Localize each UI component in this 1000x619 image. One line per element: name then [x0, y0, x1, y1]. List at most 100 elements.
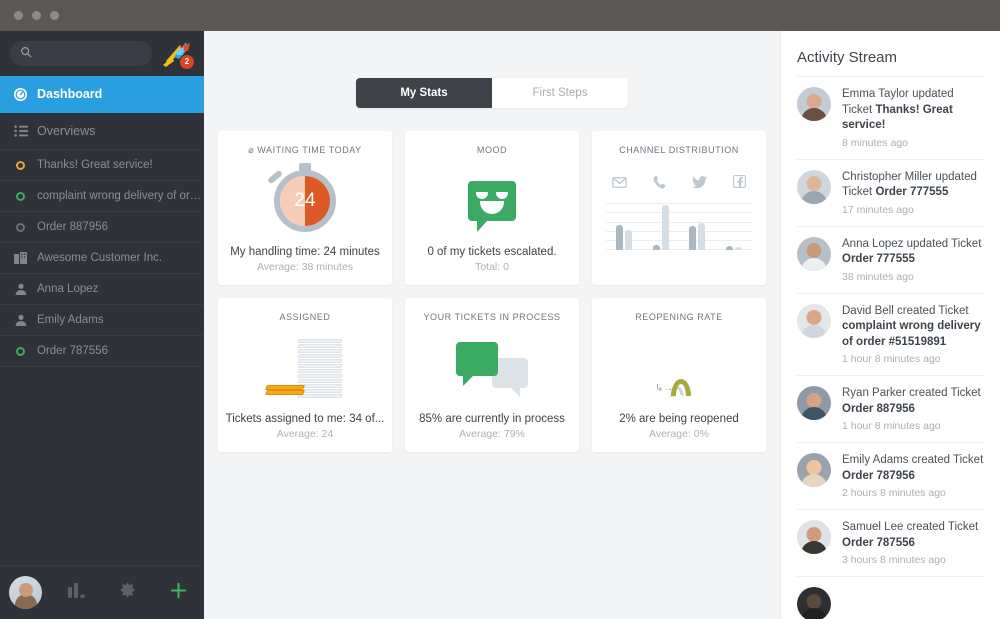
activity-subject[interactable]: Order 787556 — [842, 537, 915, 549]
card-main-text: 0 of my tickets escalated. — [427, 246, 557, 258]
activity-time: 8 minutes ago — [842, 136, 908, 149]
card-title: CHANNEL DISTRIBUTION — [619, 145, 739, 155]
user-avatar-button[interactable] — [0, 576, 51, 609]
avatar — [9, 576, 42, 609]
sidebar-item-ticket-thanks[interactable]: Thanks! Great service! — [0, 150, 204, 181]
sidebar-item-label: Thanks! Great service! — [37, 159, 153, 171]
card-art — [405, 322, 579, 413]
notification-badge[interactable]: 2 — [180, 54, 194, 69]
activity-subject[interactable]: complaint wrong delivery of order #51519… — [842, 320, 981, 348]
tab-my-stats[interactable]: My Stats — [356, 78, 492, 108]
search-input[interactable] — [39, 47, 142, 60]
ticket-ring-orange-icon — [13, 158, 28, 173]
bird-logo[interactable]: 2 — [160, 39, 194, 69]
locks-icon: ↳→ — [641, 341, 717, 404]
card-art — [218, 322, 392, 413]
card-tickets-in-process[interactable]: YOUR TICKETS IN PROCESS 85% are currentl… — [405, 298, 579, 452]
card-sub-text: Average: 0% — [649, 428, 709, 440]
card-sub-text: Average: 24 — [276, 428, 334, 440]
activity-body: Anna Lopez updated Ticket Order 777555 3… — [842, 237, 984, 283]
card-main-text: Tickets assigned to me: 34 of... — [225, 413, 385, 425]
activity-subject[interactable]: Order 777555 — [842, 253, 915, 265]
card-sub-text: Average: 38 minutes — [256, 261, 354, 273]
channel-bars-plot — [606, 203, 752, 250]
activity-stream[interactable]: Activity Stream Emma Taylor updated Tick… — [780, 31, 1000, 619]
activity-action: created Ticket — [906, 521, 979, 534]
sidebar-item-label: complaint wrong delivery of ord... — [37, 190, 204, 202]
bar-pair-email — [616, 225, 633, 250]
card-title: MOOD — [476, 145, 508, 155]
sidebar-item-order-887956[interactable]: Order 887956 — [0, 212, 204, 243]
activity-item[interactable]: Emily Adams created Ticket Order 787956 … — [797, 442, 984, 509]
sidebar-item-order-787556[interactable]: Order 787556 — [0, 336, 204, 367]
settings-button[interactable] — [102, 582, 153, 603]
sidebar-item-emily-adams[interactable]: Emily Adams — [0, 305, 204, 336]
chat-bubbles-icon — [456, 340, 528, 397]
stats-tabs: My Stats First Steps — [356, 78, 628, 108]
avatar — [797, 587, 831, 619]
plus-icon — [169, 581, 188, 605]
reports-button[interactable] — [51, 582, 102, 603]
tab-first-steps[interactable]: First Steps — [492, 78, 628, 108]
stopwatch-value: 24 — [294, 190, 316, 211]
stopwatch-icon: 24 — [266, 163, 336, 232]
person-icon — [13, 313, 28, 328]
activity-subject[interactable]: Order 777555 — [875, 186, 948, 198]
card-channel-distribution[interactable]: CHANNEL DISTRIBUTION — [592, 131, 766, 285]
activity-time: 3 hours 8 minutes ago — [842, 554, 946, 567]
activity-item[interactable]: Samuel Lee created Ticket Order 787556 3… — [797, 509, 984, 576]
activity-item[interactable]: David Bell created Ticket complaint wron… — [797, 292, 984, 376]
sidebar-item-overviews[interactable]: Overviews — [0, 113, 204, 150]
twitter-icon — [692, 175, 707, 194]
sidebar-item-label: Anna Lopez — [37, 283, 99, 295]
card-assigned[interactable]: ASSIGNED Tickets assigned to me: 34 of..… — [218, 298, 392, 452]
sidebar-item-ticket-complaint[interactable]: complaint wrong delivery of ord... — [0, 181, 204, 212]
sidebar-item-anna-lopez[interactable]: Anna Lopez — [0, 274, 204, 305]
bar-pair-twitter — [689, 223, 706, 250]
activity-body: Emily Adams created Ticket Order 787956 … — [842, 453, 984, 499]
activity-actor: David Bell — [842, 304, 894, 317]
card-mood[interactable]: MOOD 0 of my tickets escalated. Total: 0 — [405, 131, 579, 285]
activity-item-partial[interactable] — [797, 576, 984, 619]
smiley-bubble-icon — [468, 180, 516, 232]
card-waiting-time[interactable]: ⌀ WAITING TIME TODAY 24 My handling time… — [218, 131, 392, 285]
channel-icons — [606, 174, 752, 203]
avatar — [797, 453, 831, 488]
new-button[interactable] — [153, 581, 204, 605]
card-art — [592, 155, 766, 270]
activity-item[interactable]: Emma Taylor updated Ticket Thanks! Great… — [797, 76, 984, 159]
sidebar-item-organization[interactable]: Awesome Customer Inc. — [0, 243, 204, 274]
card-sub-text: Average: 79% — [459, 428, 525, 440]
activity-time: 1 hour 8 minutes ago — [842, 353, 941, 366]
activity-subject[interactable]: Order 887956 — [842, 403, 915, 415]
sidebar-item-dashboard[interactable]: Dashboard — [0, 76, 204, 113]
card-main-text: 2% are being reopened — [619, 413, 739, 425]
activity-body: David Bell created Ticket complaint wron… — [842, 304, 984, 366]
bar-series — [606, 203, 752, 250]
activity-actor: Christopher Miller — [842, 170, 933, 183]
ticket-ring-green-icon — [13, 189, 28, 204]
activity-stream-title: Activity Stream — [797, 49, 898, 66]
activity-actor: Samuel Lee — [842, 521, 904, 534]
window-close-dot[interactable] — [14, 11, 23, 20]
paper-stack-icon — [264, 337, 346, 399]
activity-item[interactable]: Ryan Parker created Ticket Order 887956 … — [797, 375, 984, 442]
search-box[interactable] — [10, 41, 152, 66]
activity-actor: Ryan Parker — [842, 387, 906, 400]
channel-chart — [592, 174, 766, 250]
window-maximize-dot[interactable] — [50, 11, 59, 20]
sidebar: 2 Dashboard Overviews Thanks! Great serv… — [0, 31, 204, 619]
activity-item[interactable]: Anna Lopez updated Ticket Order 777555 3… — [797, 225, 984, 293]
activity-time: 17 minutes ago — [842, 203, 914, 216]
window-minimize-dot[interactable] — [32, 11, 41, 20]
activity-action: created Ticket — [911, 454, 984, 467]
activity-item[interactable]: Christopher Miller updated Ticket Order … — [797, 158, 984, 226]
avatar — [797, 303, 831, 338]
activity-action: created Ticket — [909, 387, 981, 400]
card-title: ASSIGNED — [279, 312, 331, 322]
card-reopening-rate[interactable]: REOPENING RATE ↳→ 2% are being reopened … — [592, 298, 766, 452]
sidebar-item-label: Emily Adams — [37, 314, 104, 326]
email-icon — [612, 175, 627, 194]
sidebar-item-label: Order 887956 — [37, 221, 108, 233]
activity-subject[interactable]: Order 787956 — [842, 470, 915, 482]
